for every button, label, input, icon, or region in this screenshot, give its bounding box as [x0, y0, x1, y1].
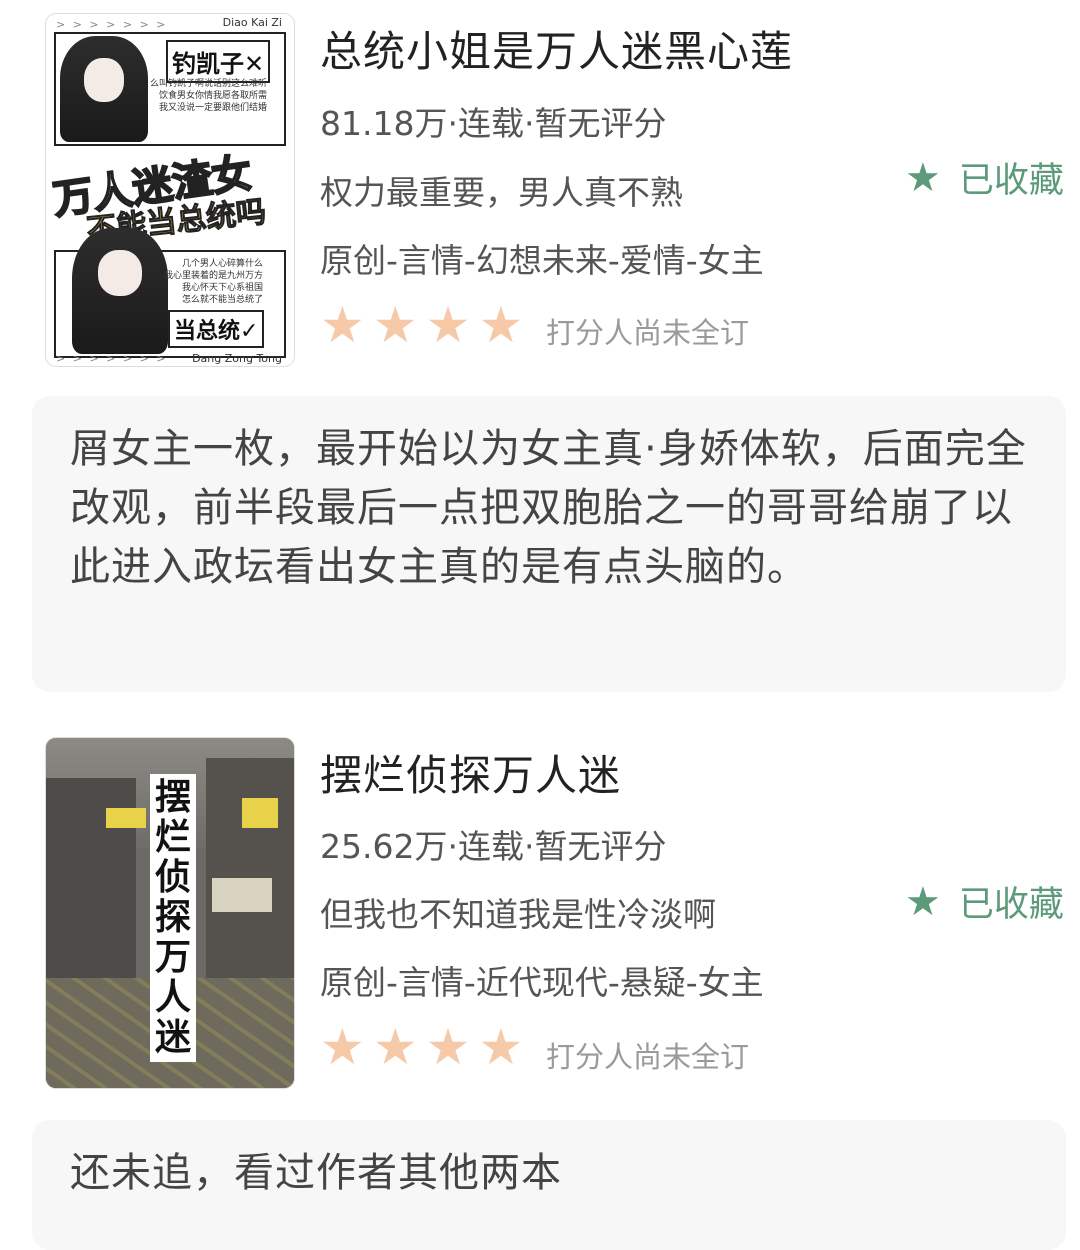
book-meta: 81.18万·连载·暂无评分 [320, 104, 667, 143]
star-icon: ★ [478, 1018, 524, 1076]
rating-note: 打分人尚未全订 [546, 1040, 750, 1074]
rating-note: 打分人尚未全订 [546, 316, 750, 350]
review-box[interactable]: 还未追，看过作者其他两本 [32, 1120, 1066, 1250]
cover-sign [106, 808, 146, 828]
star-icon: ★ [425, 296, 471, 354]
cover-title: 摆烂侦探万人迷 [150, 774, 196, 1062]
book-title[interactable]: 摆烂侦探万人迷 [320, 742, 621, 803]
star-icon: ★ [905, 154, 941, 201]
cover-text-block: 么叫钓凯子啊说话别这么难听 饮食男女你情我愿各取所需 我又没说一定要跟他们结婚 [150, 79, 268, 113]
cover-text-block: 几个男人心碎算什么 我心里装着的是九州万方 我心怀天下心系祖国 怎么就不能当总统… [164, 259, 264, 305]
favorite-button[interactable]: ★ 已收藏 [905, 876, 1064, 927]
cover-sign [212, 878, 272, 912]
book-tagline: 权力最重要，男人真不熟 [320, 173, 683, 212]
cover-caption-top: Diao Kai Zi [222, 16, 282, 29]
review-text: 屑女主一枚，最开始以为女主真·身娇体软，后面完全改观，前半段最后一点把双胞胎之一… [70, 426, 1027, 590]
cover-arrows: > > > > > > > [56, 352, 168, 365]
review-box[interactable]: 屑女主一枚，最开始以为女主真·身娇体软，后面完全改观，前半段最后一点把双胞胎之一… [32, 396, 1066, 692]
star-icon: ★ [425, 1018, 471, 1076]
rating-stars: ★ ★ ★ ★ [320, 300, 523, 350]
book-cover[interactable]: > > > > > > > Diao Kai Zi 钓凯子✕ 么叫钓凯子啊说话别… [46, 14, 294, 366]
book-meta: 25.62万·连载·暂无评分 [320, 827, 667, 866]
star-icon: ★ [320, 1018, 365, 1076]
cover-building [206, 758, 294, 978]
book-title[interactable]: 总统小姐是万人迷黑心莲 [320, 18, 793, 79]
book-tagline: 但我也不知道我是性冷淡啊 [320, 895, 716, 934]
cover-figure-face [98, 250, 142, 296]
star-icon: ★ [320, 296, 365, 354]
favorite-label: 已收藏 [958, 885, 1064, 925]
book-card[interactable]: > > > > > > > Diao Kai Zi 钓凯子✕ 么叫钓凯子啊说话别… [0, 0, 1080, 380]
cover-label: 钓凯子✕ [166, 40, 271, 83]
favorite-label: 已收藏 [958, 161, 1064, 201]
star-icon: ★ [478, 296, 524, 354]
cover-label: 当总统✓ [168, 310, 265, 348]
book-tags: 原创-言情-幻想未来-爱情-女主 [320, 241, 764, 280]
cover-caption-bottom: Dang Zong Tong [192, 352, 282, 365]
book-cover[interactable]: 摆烂侦探万人迷 [46, 738, 294, 1088]
cover-arrows: > > > > > > > [56, 18, 168, 31]
rating-stars: ★ ★ ★ ★ [320, 1022, 523, 1072]
star-icon: ★ [905, 878, 941, 925]
favorite-button[interactable]: ★ 已收藏 [905, 152, 1064, 203]
star-icon: ★ [372, 1018, 418, 1076]
cover-sign [242, 798, 278, 828]
cover-figure-face [84, 58, 124, 102]
review-text: 还未追，看过作者其他两本 [70, 1150, 562, 1196]
book-tags: 原创-言情-近代现代-悬疑-女主 [320, 963, 764, 1002]
star-icon: ★ [372, 296, 418, 354]
